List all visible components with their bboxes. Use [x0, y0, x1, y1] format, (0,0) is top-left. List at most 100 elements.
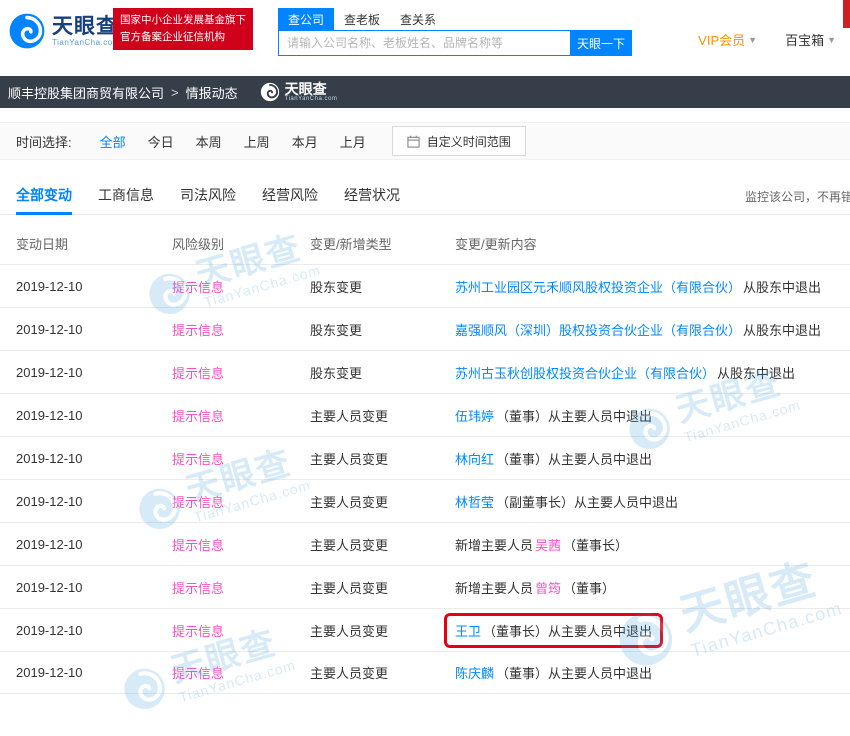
breadcrumb-bar: 顺丰控股集团商贸有限公司 > 情报动态 天眼查 TianYanCha.com	[0, 76, 850, 108]
header-change-type: 变更/新增类型	[310, 234, 455, 253]
row-risk-level: 提示信息	[172, 663, 310, 682]
time-filter-bar: 时间选择: 全部 今日 本周 上周 本月 上月 自定义时间范围	[0, 122, 850, 160]
scrollbar[interactable]	[843, 0, 850, 28]
row-date: 2019-12-10	[16, 494, 172, 509]
highlighted-row-content: 王卫（董事长）从主要人员中退出	[444, 613, 663, 648]
content-text: （董事长）	[563, 538, 628, 553]
row-content-cell: 新增主要人员曾筠（董事）	[455, 578, 850, 597]
entity-link[interactable]: 陈庆麟	[455, 666, 494, 681]
row-date: 2019-12-10	[16, 365, 172, 380]
breadcrumb-company-link[interactable]: 顺丰控股集团商贸有限公司	[8, 83, 164, 102]
tab-search-company[interactable]: 查公司	[278, 8, 334, 31]
row-content-cell: 伍玮婷（董事）从主要人员中退出	[455, 406, 850, 425]
chevron-down-icon: ▼	[748, 35, 757, 45]
content-text: （董事）从主要人员中退出	[496, 452, 652, 467]
table-row: 2019-12-10 提示信息 主要人员变更 新增主要人员吴茜（董事长）	[0, 522, 850, 565]
tab-judicial-risk[interactable]: 司法风险	[180, 178, 236, 215]
row-date: 2019-12-10	[16, 408, 172, 423]
calendar-icon	[407, 135, 420, 148]
logo-text-block: 天眼查 TianYanCha.com	[52, 15, 120, 47]
table-row: 2019-12-10 提示信息 主要人员变更 林向红（董事）从主要人员中退出	[0, 436, 850, 479]
search-button[interactable]: 天眼一下	[570, 30, 632, 56]
row-risk-level: 提示信息	[172, 320, 310, 339]
row-risk-level: 提示信息	[172, 363, 310, 382]
row-content: 伍玮婷（董事）从主要人员中退出	[455, 406, 652, 425]
row-content-cell: 王卫（董事长）从主要人员中退出	[455, 613, 850, 648]
table-row: 2019-12-10 提示信息 主要人员变更 王卫（董事长）从主要人员中退出	[0, 608, 850, 651]
row-risk-level: 提示信息	[172, 492, 310, 511]
toolbox-label: 百宝箱	[785, 30, 824, 49]
header-search-tabs: 查公司 查老板 查关系	[278, 8, 446, 31]
row-date: 2019-12-10	[16, 537, 172, 552]
entity-link[interactable]: 嘉强顺风（深圳）股权投资合伙企业（有限合伙）	[455, 323, 741, 338]
entity-link[interactable]: 伍玮婷	[455, 409, 494, 424]
row-risk-level: 提示信息	[172, 621, 310, 640]
row-content: 新增主要人员曾筠（董事）	[455, 578, 615, 597]
breadcrumb-current-page: 情报动态	[186, 83, 238, 102]
tab-search-relation[interactable]: 查关系	[390, 8, 446, 31]
row-change-type: 主要人员变更	[310, 406, 455, 425]
entity-link[interactable]: 苏州工业园区元禾顺风股权投资企业（有限合伙）	[455, 280, 741, 295]
search-bar: 天眼一下	[278, 30, 632, 56]
content-text: 新增主要人员	[455, 538, 533, 553]
time-option-this-week[interactable]: 本周	[192, 130, 226, 153]
time-option-today[interactable]: 今日	[144, 130, 178, 153]
monitor-company-link[interactable]: 监控该公司，不再错	[745, 188, 850, 205]
tab-operation-status[interactable]: 经营状况	[344, 178, 400, 215]
new-member-name: 吴茜	[535, 538, 561, 553]
header-change-date: 变动日期	[16, 234, 172, 253]
breadcrumb-logo: 天眼查 TianYanCha.com	[260, 82, 338, 103]
entity-link[interactable]: 王卫	[455, 624, 481, 639]
custom-time-range-button[interactable]: 自定义时间范围	[392, 126, 526, 156]
row-change-type: 股东变更	[310, 320, 455, 339]
table-row: 2019-12-10 提示信息 主要人员变更 林哲莹（副董事长）从主要人员中退出	[0, 479, 850, 522]
row-content: 林哲莹（副董事长）从主要人员中退出	[455, 492, 678, 511]
row-change-type: 主要人员变更	[310, 492, 455, 511]
row-content-cell: 林向红（董事）从主要人员中退出	[455, 449, 850, 468]
breadcrumb-logo-subtitle: TianYanCha.com	[285, 96, 338, 102]
tab-search-boss[interactable]: 查老板	[334, 8, 390, 31]
site-header: 天眼查 TianYanCha.com 国家中小企业发展基金旗下 官方备案企业征信…	[0, 0, 850, 76]
row-content-cell: 嘉强顺风（深圳）股权投资合伙企业（有限合伙）从股东中退出	[455, 320, 850, 339]
tab-all-changes[interactable]: 全部变动	[16, 178, 72, 215]
header-right-menu: VIP会员 ▼ 百宝箱 ▼	[698, 30, 836, 49]
row-risk-level: 提示信息	[172, 406, 310, 425]
row-content: 嘉强顺风（深圳）股权投资合伙企业（有限合伙）从股东中退出	[455, 320, 821, 339]
table-row: 2019-12-10 提示信息 主要人员变更 陈庆麟（董事）从主要人员中退出	[0, 651, 850, 694]
time-option-last-week[interactable]: 上周	[240, 130, 274, 153]
tab-operation-risk[interactable]: 经营风险	[262, 178, 318, 215]
custom-range-label: 自定义时间范围	[427, 133, 511, 150]
tab-business-info[interactable]: 工商信息	[98, 178, 154, 215]
time-option-this-month[interactable]: 本月	[288, 130, 322, 153]
entity-link[interactable]: 林哲莹	[455, 495, 494, 510]
row-content: 新增主要人员吴茜（董事长）	[455, 535, 628, 554]
entity-link[interactable]: 苏州古玉秋创股权投资合伙企业（有限合伙）	[455, 366, 715, 381]
vip-menu[interactable]: VIP会员 ▼	[698, 30, 757, 49]
vip-label: VIP会员	[698, 30, 745, 49]
logo-subtitle: TianYanCha.com	[52, 38, 120, 47]
row-content-cell: 苏州工业园区元禾顺风股权投资企业（有限合伙）从股东中退出	[455, 277, 850, 296]
table-header-row: 变动日期 风险级别 变更/新增类型 变更/更新内容	[0, 222, 850, 264]
search-input[interactable]	[278, 30, 570, 56]
row-content: 苏州古玉秋创股权投资合伙企业（有限合伙）从股东中退出	[455, 363, 795, 382]
breadcrumb-logo-title: 天眼查	[285, 82, 338, 97]
entity-link[interactable]: 林向红	[455, 452, 494, 467]
row-date: 2019-12-10	[16, 623, 172, 638]
row-change-type: 主要人员变更	[310, 449, 455, 468]
row-content-cell: 陈庆麟（董事）从主要人员中退出	[455, 663, 850, 682]
time-option-all[interactable]: 全部	[96, 130, 130, 153]
site-logo[interactable]: 天眼查 TianYanCha.com	[8, 12, 120, 50]
table-row: 2019-12-10 提示信息 股东变更 苏州工业园区元禾顺风股权投资企业（有限…	[0, 264, 850, 307]
row-content-cell: 苏州古玉秋创股权投资合伙企业（有限合伙）从股东中退出	[455, 363, 850, 382]
badge-line1: 国家中小企业发展基金旗下	[120, 12, 246, 29]
content-text: 从股东中退出	[717, 366, 795, 381]
content-text: 新增主要人员	[455, 581, 533, 596]
row-content: 陈庆麟（董事）从主要人员中退出	[455, 663, 652, 682]
toolbox-menu[interactable]: 百宝箱 ▼	[785, 30, 836, 49]
time-option-last-month[interactable]: 上月	[336, 130, 370, 153]
table-row: 2019-12-10 提示信息 股东变更 苏州古玉秋创股权投资合伙企业（有限合伙…	[0, 350, 850, 393]
row-change-type: 主要人员变更	[310, 578, 455, 597]
row-content: 苏州工业园区元禾顺风股权投资企业（有限合伙）从股东中退出	[455, 277, 821, 296]
row-date: 2019-12-10	[16, 665, 172, 680]
row-content-cell: 新增主要人员吴茜（董事长）	[455, 535, 850, 554]
